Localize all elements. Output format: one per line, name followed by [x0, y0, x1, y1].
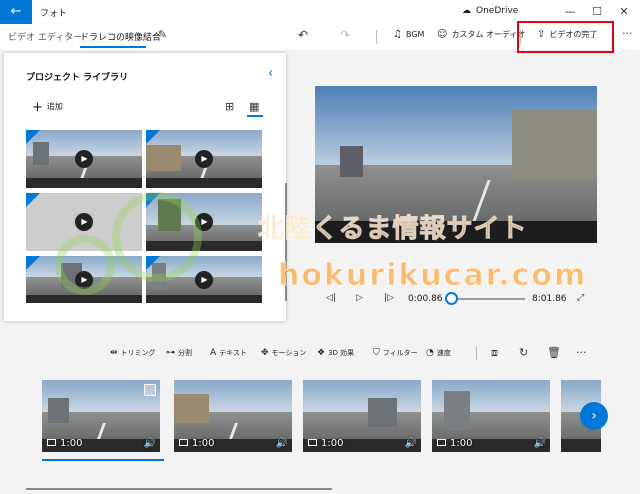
view-selected-indicator: [247, 115, 263, 117]
3d-effects-button[interactable]: ❖ 3D 効果: [317, 348, 354, 358]
card-checkbox[interactable]: [144, 384, 156, 396]
speed-button[interactable]: ◔ 速度: [426, 348, 451, 358]
clip-icon: [179, 439, 188, 446]
motion-icon: ✥: [261, 348, 269, 358]
play-icon[interactable]: ▶: [75, 213, 93, 231]
large-grid-view-icon[interactable]: ▦: [249, 100, 259, 113]
rename-pencil-icon[interactable]: ✎: [158, 28, 167, 41]
split-icon: ⊶: [166, 348, 175, 358]
play-icon[interactable]: ▶: [195, 150, 213, 168]
storyboard-scrollbar[interactable]: [26, 488, 332, 490]
filter-button[interactable]: ⛉ フィルター: [373, 348, 418, 358]
play-icon[interactable]: ▶: [75, 150, 93, 168]
library-clip[interactable]: ▶: [26, 130, 142, 188]
storyboard-toolbar: ⇹ トリミング ⊶ 分割 A テキスト ✥ モーション ❖ 3D 効果 ⛉ フィルター ◔ 速…: [0, 336, 640, 366]
redo-icon[interactable]: ↷: [340, 28, 350, 42]
clip-icon: [308, 439, 317, 446]
project-library-panel: プロジェクト ライブラリ ‹ + 追加 ⊞ ▦ ▶ ▶ ▶ ▶ ▶ ▶: [4, 53, 287, 321]
next-frame-icon[interactable]: |▷: [384, 293, 394, 303]
project-name-underline: [80, 46, 146, 48]
cloud-off-icon: ☁: [462, 6, 471, 16]
scroll-right-button[interactable]: ›: [580, 402, 608, 430]
onedrive-status[interactable]: ☁ OneDrive: [462, 6, 518, 16]
library-clip[interactable]: ▶: [146, 130, 262, 188]
project-name[interactable]: ドラレコの映像結合: [80, 30, 161, 43]
plus-icon: +: [32, 100, 43, 115]
split-button[interactable]: ⊶ 分割: [166, 348, 192, 358]
seek-bar[interactable]: [451, 298, 525, 300]
storyboard-card[interactable]: 1:00 🔊: [174, 380, 292, 452]
storyboard-card[interactable]: 1:00 🔊: [432, 380, 550, 452]
storyboard-divider: [476, 346, 477, 360]
seek-handle[interactable]: [445, 292, 458, 305]
delete-icon[interactable]: 🗑: [547, 346, 561, 359]
text-label: テキスト: [219, 349, 247, 357]
volume-icon[interactable]: 🔊: [405, 438, 417, 449]
play-icon[interactable]: ▶: [195, 270, 213, 289]
card-duration: 1:00: [308, 438, 343, 449]
3d-effects-icon: ❖: [317, 348, 326, 358]
finish-highlight-box: [517, 21, 614, 53]
trim-icon: ⇹: [110, 348, 118, 358]
clip-icon: [437, 439, 446, 446]
undo-icon[interactable]: ↶: [298, 28, 308, 42]
text-icon: A: [210, 348, 217, 358]
custom-audio-label: カスタム オーディオ: [451, 30, 526, 39]
more-options-icon[interactable]: ···: [576, 346, 587, 359]
speed-label: 速度: [436, 349, 451, 357]
storyboard-card[interactable]: 1:00 🔊: [42, 380, 160, 452]
storyboard-card[interactable]: 1:00 🔊: [303, 380, 421, 452]
watermark-logo-small: [55, 235, 115, 295]
volume-icon[interactable]: 🔊: [534, 438, 546, 449]
music-note-icon: ♫: [393, 29, 402, 40]
person-audio-icon: ☺: [437, 29, 448, 40]
breadcrumb-separator: ›: [66, 29, 70, 40]
motion-label: モーション: [271, 349, 307, 357]
clip-icon: [47, 439, 56, 446]
play-icon[interactable]: ▷: [356, 293, 363, 303]
trim-button[interactable]: ⇹ トリミング: [110, 348, 156, 358]
collapse-library-icon[interactable]: ‹: [268, 66, 273, 81]
bgm-label: BGM: [405, 30, 425, 39]
card-duration: 1:00: [437, 438, 472, 449]
breadcrumb-video-editor[interactable]: ビデオ エディター: [8, 30, 82, 43]
selected-card-indicator: [42, 459, 164, 461]
split-label: 分割: [178, 349, 192, 357]
3d-effects-label: 3D 効果: [328, 349, 355, 357]
text-button[interactable]: A テキスト: [210, 348, 247, 358]
close-button[interactable]: ✕: [611, 0, 637, 24]
small-grid-view-icon[interactable]: ⊞: [225, 100, 234, 113]
add-label: 追加: [46, 102, 63, 111]
card-duration: 1:00: [47, 438, 82, 449]
toolbar-divider: [376, 30, 377, 44]
motion-button[interactable]: ✥ モーション: [261, 348, 306, 358]
add-media-button[interactable]: + 追加: [32, 100, 63, 115]
volume-icon[interactable]: 🔊: [144, 438, 156, 449]
crop-icon[interactable]: ⧈: [491, 346, 498, 360]
fullscreen-icon[interactable]: ⤢: [577, 293, 584, 303]
trim-label: トリミング: [120, 349, 156, 357]
bgm-button[interactable]: ♫ BGM: [393, 29, 424, 40]
total-time: 8:01.86: [532, 294, 567, 304]
watermark-url: hokurikucar.com: [277, 258, 588, 294]
watermark-logo: [112, 192, 202, 282]
current-time: 0:00.86: [408, 294, 443, 304]
rotate-icon[interactable]: ↻: [519, 346, 528, 359]
more-options-icon[interactable]: ···: [622, 27, 633, 40]
library-title: プロジェクト ライブラリ: [26, 73, 129, 83]
filter-label: フィルター: [382, 349, 418, 357]
app-title: フォト: [40, 9, 68, 19]
card-duration: 1:00: [179, 438, 214, 449]
watermark-text: 北陸くるま情報サイト: [257, 214, 528, 245]
previous-frame-icon[interactable]: ◁|: [326, 293, 336, 303]
speed-icon: ◔: [426, 348, 434, 358]
custom-audio-button[interactable]: ☺ カスタム オーディオ: [437, 29, 525, 40]
filter-icon: ⛉: [373, 348, 380, 358]
back-button[interactable]: ←: [0, 0, 32, 24]
volume-icon[interactable]: 🔊: [276, 438, 288, 449]
onedrive-label: OneDrive: [476, 6, 519, 16]
